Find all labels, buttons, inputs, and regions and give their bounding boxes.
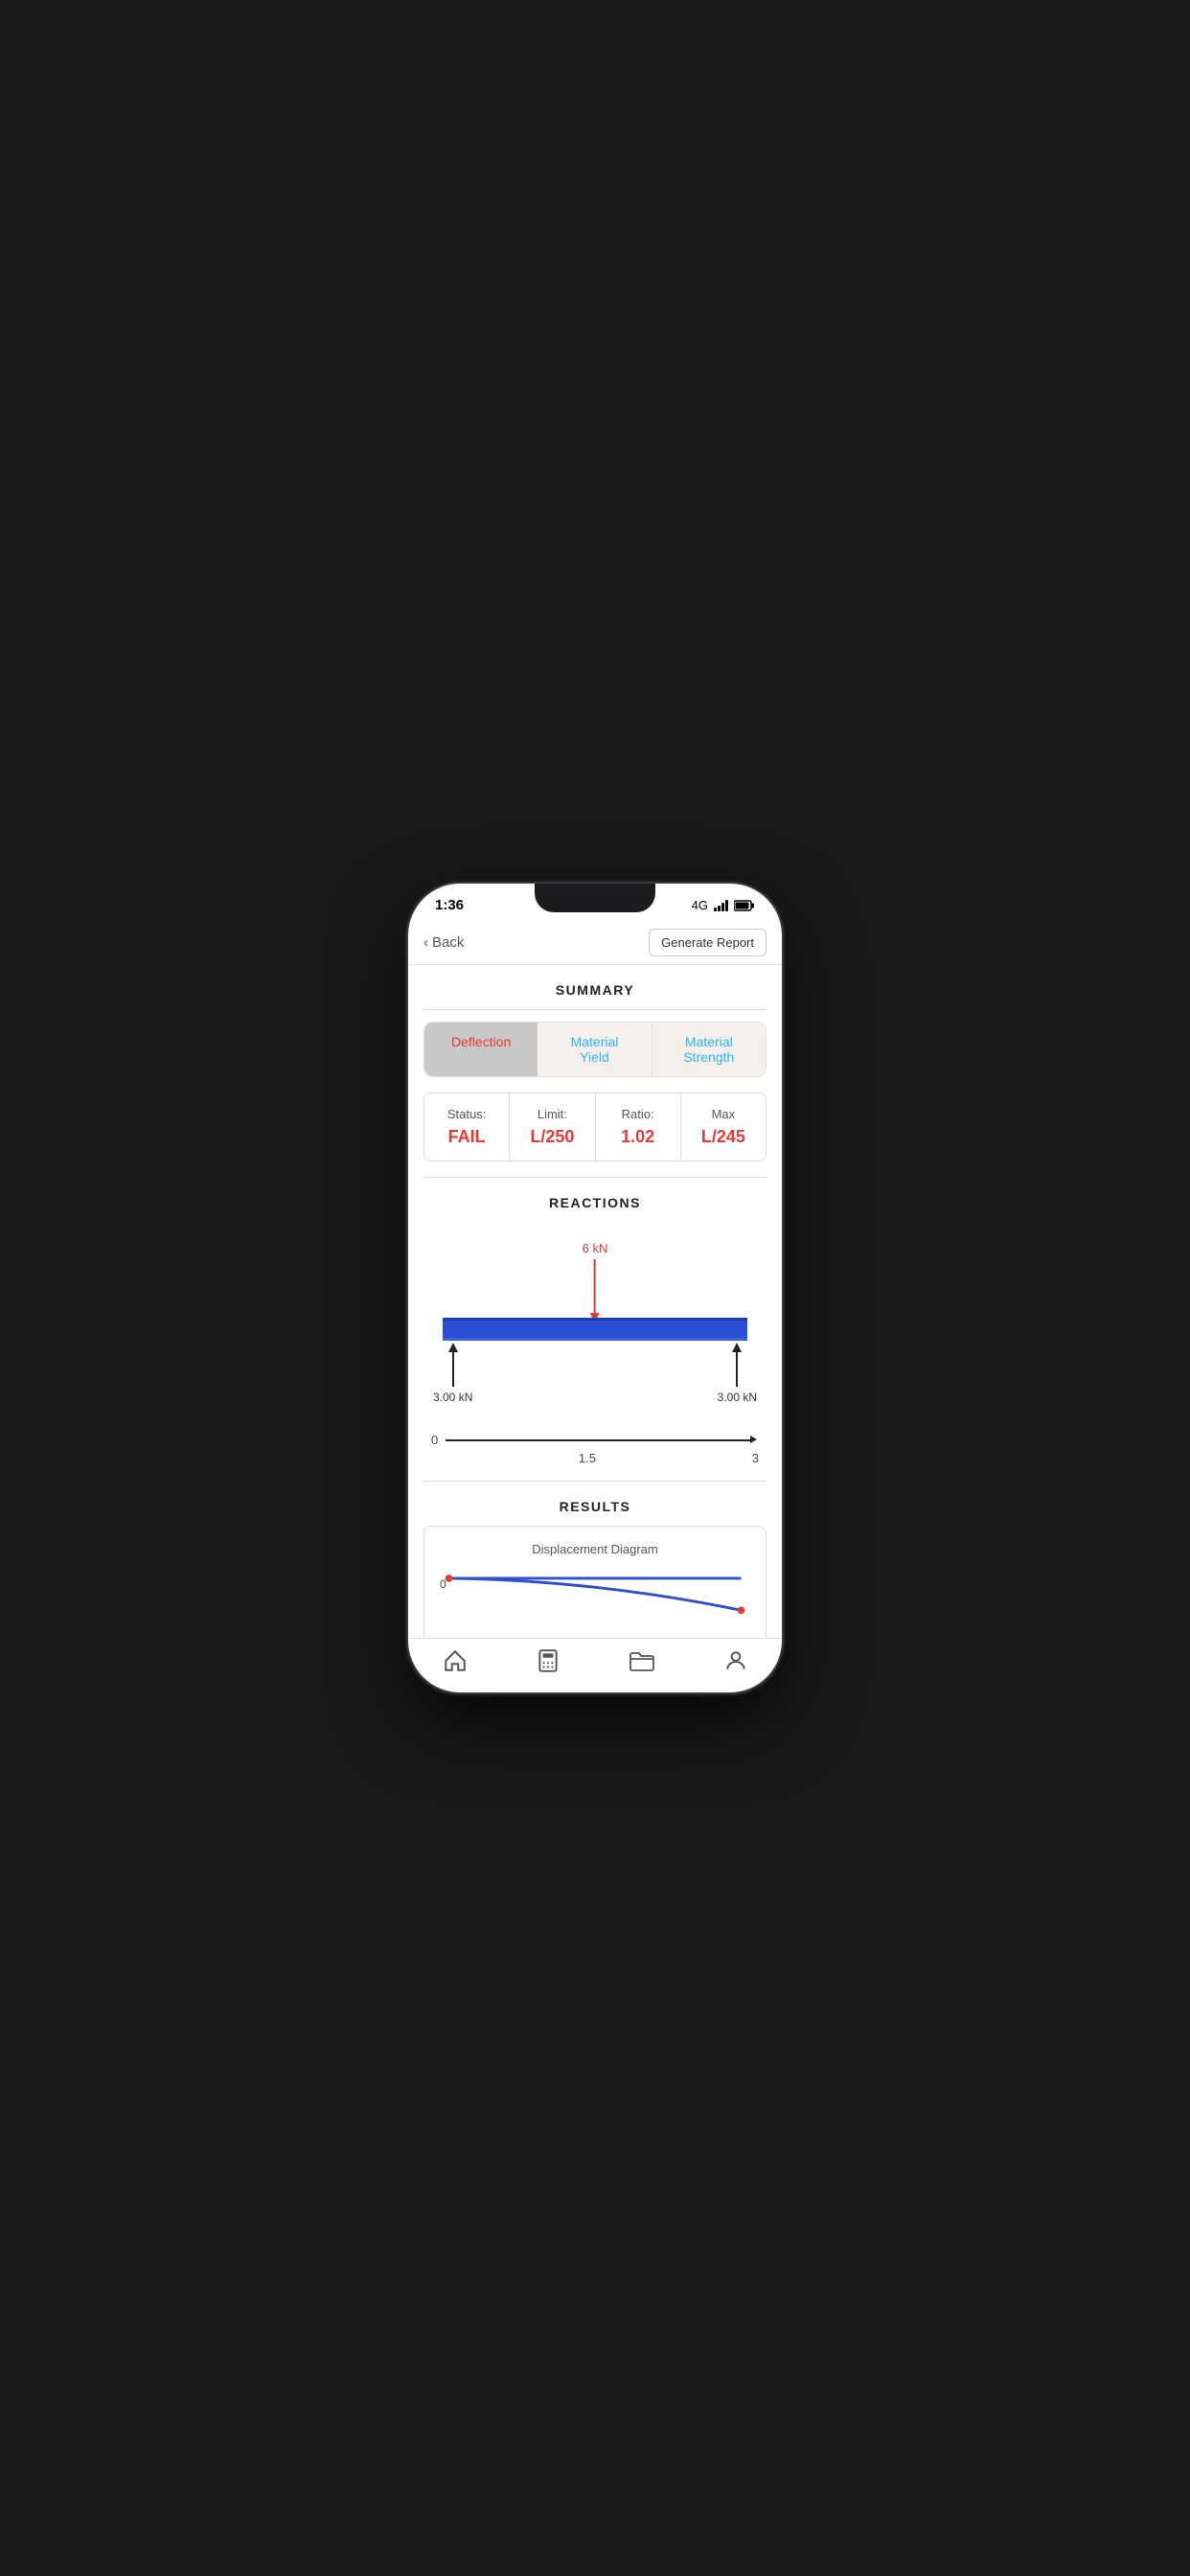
generate-report-button[interactable]: Generate Report (649, 929, 767, 956)
support-left-label: 3.00 kN (433, 1391, 472, 1404)
displacement-card: Displacement Diagram 0 (423, 1526, 767, 1638)
displacement-zero-label: 0 (440, 1577, 446, 1591)
calculator-icon (536, 1648, 561, 1673)
limit-cell: Limit: L/250 (510, 1093, 595, 1161)
top-nav: ‹ Back Generate Report (408, 921, 782, 965)
tab-material-yield[interactable]: MaterialYield (538, 1023, 651, 1076)
status-icons: 4G (692, 898, 755, 912)
limit-value: L/250 (517, 1127, 586, 1147)
load-arrow-line (594, 1259, 596, 1317)
ratio-cell: Ratio: 1.02 (596, 1093, 681, 1161)
battery-icon (734, 900, 755, 911)
ratio-value: 1.02 (604, 1127, 673, 1147)
max-label: Max (689, 1107, 758, 1121)
back-chevron-icon: ‹ (423, 934, 428, 951)
tab-bar-calculator[interactable] (536, 1648, 561, 1673)
tab-bar-profile[interactable] (723, 1648, 748, 1673)
tab-bar (408, 1638, 782, 1692)
results-title: RESULTS (408, 1482, 782, 1526)
scale-labels: 1.5 3 (423, 1451, 767, 1465)
phone-screen: 1:36 4G ‹ Back (408, 884, 782, 1692)
status-time: 1:36 (435, 897, 464, 913)
notch (535, 884, 655, 912)
reactions-title: REACTIONS (408, 1178, 782, 1222)
content-scroll[interactable]: SUMMARY Deflection MaterialYield Materia… (408, 965, 782, 1638)
tab-deflection[interactable]: Deflection (424, 1023, 538, 1076)
signal-icon (714, 900, 728, 911)
scale-container: 0 (423, 1433, 767, 1447)
beam-diagram: 6 kN 3.00 kN 3.00 kN (423, 1241, 767, 1414)
scale-mid: 1.5 (579, 1451, 596, 1465)
summary-title: SUMMARY (408, 965, 782, 1009)
support-left-arrow (452, 1348, 454, 1387)
load-arrow: 6 kN (583, 1241, 608, 1317)
displacement-diagram: 0 (440, 1568, 750, 1635)
status-label: Status: (432, 1107, 501, 1121)
tab-material-strength-label: MaterialStrength (683, 1034, 734, 1065)
status-cell: Status: FAIL (424, 1093, 510, 1161)
tab-material-strength[interactable]: MaterialStrength (652, 1023, 766, 1076)
phone-frame: 1:36 4G ‹ Back (408, 884, 782, 1692)
displacement-diagram-title: Displacement Diagram (440, 1542, 750, 1556)
tab-deflection-label: Deflection (451, 1034, 511, 1049)
home-icon (443, 1648, 468, 1673)
back-label: Back (432, 934, 464, 951)
displacement-svg (440, 1568, 750, 1625)
load-label: 6 kN (583, 1241, 608, 1255)
reactions-section: 6 kN 3.00 kN 3.00 kN (408, 1241, 782, 1465)
tab-bar-home[interactable] (443, 1648, 468, 1673)
back-button[interactable]: ‹ Back (423, 934, 464, 951)
support-right-arrow (736, 1348, 738, 1387)
limit-label: Limit: (517, 1107, 586, 1121)
scale-start: 0 (431, 1433, 438, 1447)
tab-bar-folder[interactable] (629, 1648, 655, 1673)
divider-top (423, 1009, 767, 1010)
support-left: 3.00 kN (433, 1348, 472, 1404)
scale-arrow (750, 1436, 757, 1443)
beam (443, 1318, 747, 1341)
scale-line (446, 1439, 751, 1441)
support-right-label: 3.00 kN (718, 1391, 757, 1404)
support-right: 3.00 kN (718, 1348, 757, 1404)
status-value: FAIL (432, 1127, 501, 1147)
max-cell: Max L/245 (681, 1093, 766, 1161)
status-grid: Status: FAIL Limit: L/250 Ratio: 1.02 Ma… (423, 1092, 767, 1162)
max-value: L/245 (689, 1127, 758, 1147)
network-label: 4G (692, 898, 708, 912)
profile-icon (723, 1648, 748, 1673)
scale-end: 3 (752, 1451, 759, 1465)
folder-icon (629, 1648, 655, 1673)
tab-selector: Deflection MaterialYield MaterialStrengt… (423, 1022, 767, 1077)
ratio-label: Ratio: (604, 1107, 673, 1121)
results-section: Displacement Diagram 0 (408, 1526, 782, 1638)
tab-material-yield-label: MaterialYield (571, 1034, 619, 1065)
